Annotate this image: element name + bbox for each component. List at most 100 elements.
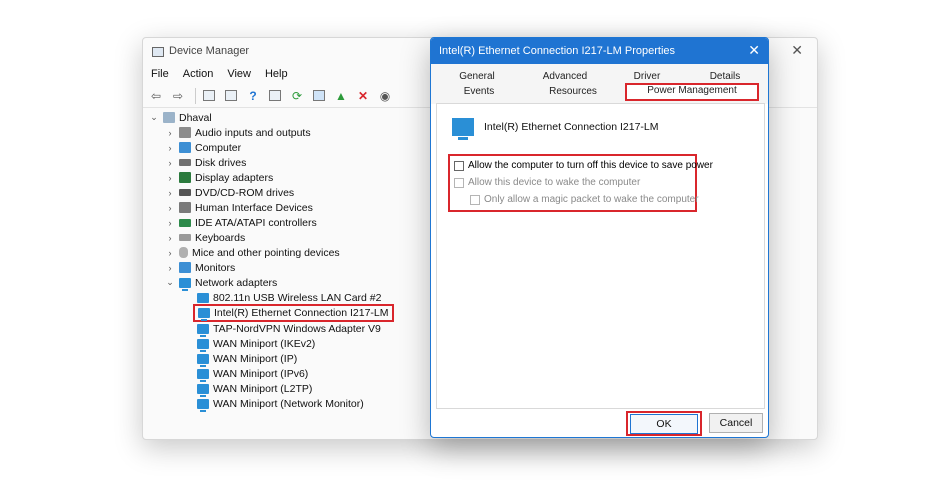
category-label: Computer [195,141,242,154]
tree-device[interactable]: WAN Miniport (IPv6) [197,366,308,382]
checkbox-allow-wake[interactable] [454,177,464,188]
tree-category[interactable]: › Display adapters [165,170,274,185]
computer-icon [163,112,175,123]
option-allow-turn-off[interactable]: Allow the computer to turn off this devi… [454,160,713,171]
category-label: Human Interface Devices [195,201,313,214]
enable-device-icon[interactable]: ▲ [332,87,350,105]
tree-device[interactable]: WAN Miniport (IKEv2) [197,336,316,352]
chevron-right-icon[interactable]: › [165,248,175,258]
close-icon[interactable]: ✕ [791,42,803,59]
tree-device[interactable]: TAP-NordVPN Windows Adapter V9 [197,321,381,337]
network-adapter-icon [197,292,209,306]
option-label: Allow the computer to turn off this devi… [468,160,713,171]
chevron-right-icon[interactable]: › [165,203,175,213]
menu-help[interactable]: Help [265,68,288,80]
ok-button-highlight: OK [626,411,702,436]
device-label: TAP-NordVPN Windows Adapter V9 [213,322,381,335]
dialog-title: Intel(R) Ethernet Connection I217-LM Pro… [439,45,676,57]
chevron-down-icon[interactable]: ⌄ [149,112,159,123]
forward-icon[interactable]: ⇨ [169,87,187,105]
chevron-right-icon[interactable]: › [165,158,175,168]
menu-file[interactable]: File [151,68,169,80]
help-icon[interactable]: ? [244,87,262,105]
show-hide-console-tree-icon[interactable] [200,87,218,105]
monitor-icon [179,262,191,273]
tree-root[interactable]: ⌄ Dhaval [149,110,212,125]
network-adapter-icon [179,277,191,291]
tree-category-network-adapters[interactable]: ⌄ Network adapters [165,275,278,291]
network-adapter-icon [197,383,209,397]
device-label: Intel(R) Ethernet Connection I217-LM [214,307,389,319]
tree-category[interactable]: › DVD/CD-ROM drives [165,185,295,200]
chevron-down-icon[interactable]: ⌄ [165,277,175,288]
device-label: WAN Miniport (Network Monitor) [213,397,364,410]
tab-advanced[interactable]: Advanced [525,70,605,84]
tree-category[interactable]: › Audio inputs and outputs [165,125,311,140]
tab-events[interactable]: Events [441,85,517,99]
tree-category[interactable]: › Disk drives [165,155,247,170]
device-label: WAN Miniport (IKEv2) [213,337,316,350]
scan-hardware-icon[interactable] [310,87,328,105]
category-label: Monitors [195,261,236,274]
tree-device[interactable]: WAN Miniport (L2TP) [197,381,312,397]
tree-device[interactable]: 802.11n USB Wireless LAN Card #2 [197,290,382,306]
ide-controller-icon [179,218,191,227]
display-adapter-icon [179,172,191,183]
tree-device-selected[interactable]: Intel(R) Ethernet Connection I217-LM [193,304,394,322]
chevron-right-icon[interactable]: › [165,173,175,183]
tree-category[interactable]: › IDE ATA/ATAPI controllers [165,215,317,230]
properties-icon[interactable] [222,87,240,105]
update-driver-icon[interactable]: ⟳ [288,87,306,105]
network-adapter-icon [452,118,474,140]
tree-category[interactable]: › Computer [165,140,242,155]
tree-category[interactable]: › Mice and other pointing devices [165,245,340,260]
network-adapter-icon [197,338,209,352]
option-allow-wake[interactable]: Allow this device to wake the computer [454,177,640,188]
category-label: DVD/CD-ROM drives [195,186,295,199]
properties-dialog: Intel(R) Ethernet Connection I217-LM Pro… [430,37,769,438]
tree-category[interactable]: › Monitors [165,260,236,275]
chevron-right-icon[interactable]: › [165,188,175,198]
tab-details[interactable]: Details [689,70,761,84]
device-label: 802.11n USB Wireless LAN Card #2 [213,291,382,304]
tree-root-label: Dhaval [179,111,212,124]
chevron-right-icon[interactable]: › [165,128,175,138]
keyboard-icon [179,234,191,241]
toolbar-divider [195,87,196,104]
tree-device[interactable]: WAN Miniport (IP) [197,351,298,367]
menu-action[interactable]: Action [183,68,214,80]
tree-category[interactable]: › Keyboards [165,230,246,245]
chevron-right-icon[interactable]: › [165,143,175,153]
hid-icon [179,202,191,213]
device-label: WAN Miniport (IP) [213,352,298,365]
tab-driver[interactable]: Driver [617,70,677,84]
monitor-icon [179,142,191,153]
option-magic-packet[interactable]: Only allow a magic packet to wake the co… [470,194,699,205]
device-name: Intel(R) Ethernet Connection I217-LM [484,121,659,133]
menu-view[interactable]: View [227,68,251,80]
category-label: IDE ATA/ATAPI controllers [195,216,317,229]
disable-device-icon[interactable]: ◉ [376,87,394,105]
cancel-button[interactable]: Cancel [709,413,763,433]
tree-category[interactable]: › Human Interface Devices [165,200,313,215]
tab-power-management[interactable]: Power Management [625,83,759,101]
checkbox-magic-packet[interactable] [470,194,480,205]
tab-resources[interactable]: Resources [529,85,617,99]
view-icon[interactable] [266,87,284,105]
network-adapter-icon [198,308,210,321]
ok-button[interactable]: OK [630,414,698,434]
close-icon[interactable]: ✕ [748,42,760,59]
uninstall-icon[interactable]: ✕ [354,87,372,105]
chevron-right-icon[interactable]: › [165,218,175,228]
chevron-right-icon[interactable]: › [165,233,175,243]
option-label: Allow this device to wake the computer [468,177,641,188]
dvd-drive-icon [179,189,191,196]
chevron-right-icon[interactable]: › [165,263,175,273]
checkbox-allow-turn-off[interactable] [454,160,464,171]
window-title: Device Manager [169,45,250,57]
tab-general[interactable]: General [441,70,513,84]
tree-device[interactable]: WAN Miniport (Network Monitor) [197,396,364,412]
back-icon[interactable]: ⇦ [147,87,165,105]
option-label: Only allow a magic packet to wake the co… [484,194,699,205]
category-label: Network adapters [195,276,278,289]
